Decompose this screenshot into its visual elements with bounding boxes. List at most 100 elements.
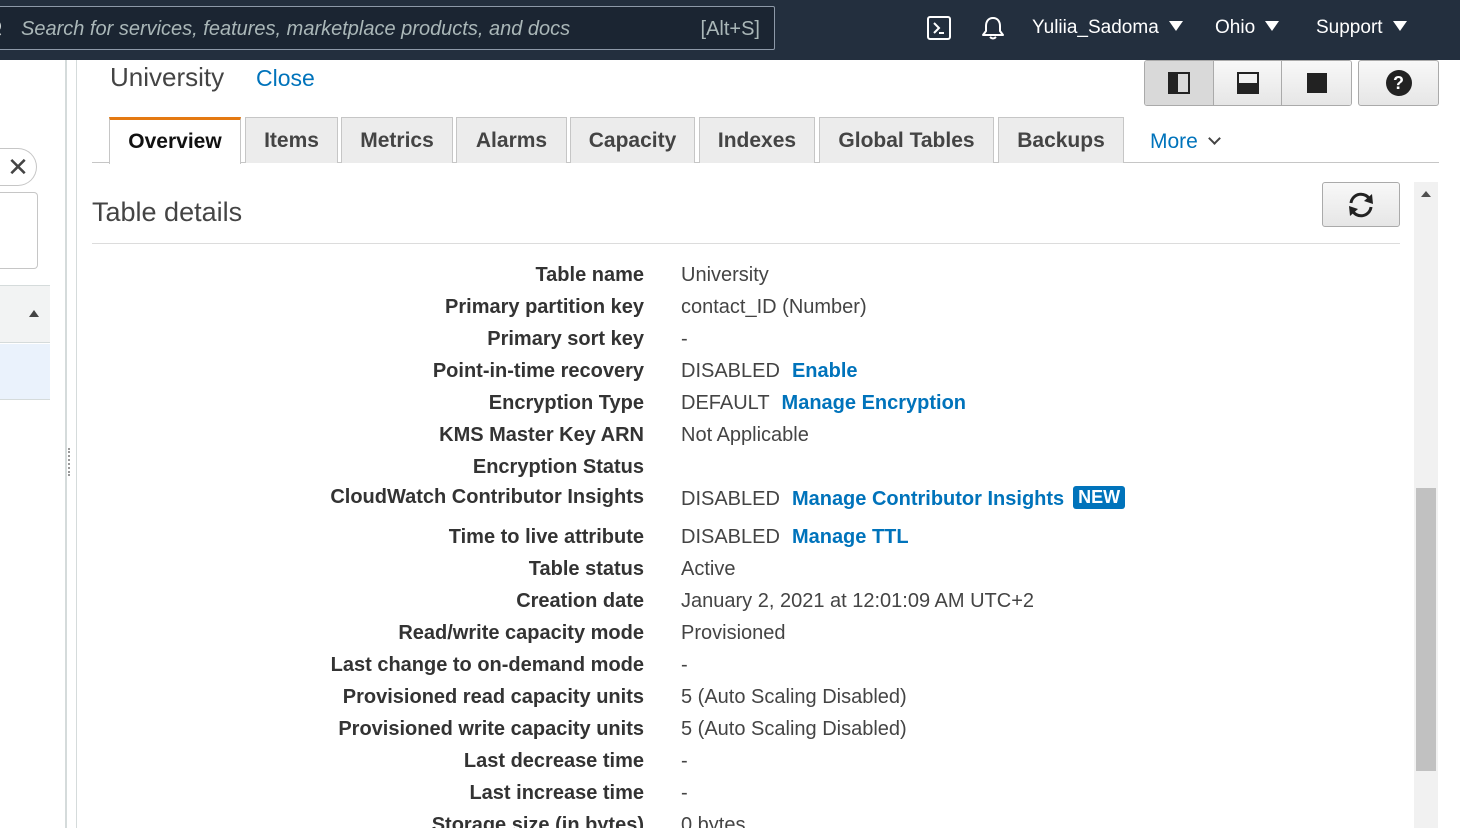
caret-down-icon	[1265, 21, 1280, 31]
tab-more-dropdown[interactable]: More	[1150, 130, 1221, 154]
split-vertical-view-button[interactable]	[1145, 61, 1214, 105]
help-button[interactable]: ?	[1358, 60, 1439, 106]
search-icon	[0, 19, 5, 37]
detail-value: DISABLED Enable	[681, 360, 858, 383]
detail-row-write-capacity: Provisioned write capacity units 5 (Auto…	[0, 714, 1400, 746]
tab-capacity[interactable]: Capacity	[570, 117, 695, 163]
detail-label: Read/write capacity mode	[398, 622, 644, 644]
left-panel-button[interactable]	[0, 192, 38, 269]
detail-value-text: University	[681, 264, 769, 286]
detail-row-last-increase: Last increase time -	[0, 778, 1400, 810]
tab-bar: Overview Items Metrics Alarms Capacity I…	[92, 117, 1439, 164]
close-icon: ✕	[7, 151, 29, 182]
detail-label: Provisioned write capacity units	[338, 718, 644, 740]
section-title: Table details	[92, 197, 243, 227]
detail-value-text: 5 (Auto Scaling Disabled)	[681, 686, 907, 708]
detail-label: Last decrease time	[463, 750, 644, 772]
detail-label: Table name	[535, 264, 644, 286]
region-menu[interactable]: Ohio	[1215, 17, 1280, 39]
view-toggle-group	[1144, 60, 1352, 106]
bell-icon[interactable]	[980, 15, 1006, 41]
detail-label: Point-in-time recovery	[432, 360, 644, 382]
detail-value: -	[681, 328, 688, 351]
tab-backups[interactable]: Backups	[998, 117, 1124, 163]
detail-row-read-capacity: Provisioned read capacity units 5 (Auto …	[0, 682, 1400, 714]
detail-label: Creation date	[516, 590, 644, 612]
detail-value-text: 5 (Auto Scaling Disabled)	[681, 718, 907, 740]
detail-row-pitr: Point-in-time recovery DISABLED Enable	[0, 356, 1400, 388]
detail-label: Last increase time	[469, 782, 644, 804]
tab-overview[interactable]: Overview	[109, 117, 241, 164]
refresh-button[interactable]	[1322, 182, 1400, 227]
detail-row-capacity-mode: Read/write capacity mode Provisioned	[0, 618, 1400, 650]
detail-label: Primary partition key	[445, 296, 644, 318]
tab-items[interactable]: Items	[245, 117, 338, 163]
detail-value-text: Active	[681, 558, 736, 580]
account-name: Yuliia_Sadoma	[1032, 17, 1159, 38]
detail-value-text: -	[681, 782, 688, 804]
detail-row-encryption-status: Encryption Status	[0, 452, 1400, 484]
detail-value: -	[681, 782, 688, 805]
scroll-up-icon[interactable]	[1421, 191, 1431, 197]
detail-row-encryption-type: Encryption Type DEFAULT Manage Encryption	[0, 388, 1400, 420]
detail-value-text: DISABLED	[681, 488, 780, 510]
manage-contributor-insights-link[interactable]: Manage Contributor Insights	[792, 488, 1064, 510]
detail-value: 5 (Auto Scaling Disabled)	[681, 686, 907, 709]
detail-row-table-name: Table name University	[0, 260, 1400, 292]
chevron-down-icon	[1207, 132, 1221, 145]
detail-label: KMS Master Key ARN	[439, 424, 644, 446]
account-menu[interactable]: Yuliia_Sadoma	[1032, 17, 1183, 39]
tab-global-tables[interactable]: Global Tables	[819, 117, 994, 163]
detail-value-text: -	[681, 750, 688, 772]
manage-ttl-link[interactable]: Manage TTL	[792, 526, 909, 548]
tab-indexes[interactable]: Indexes	[699, 117, 815, 163]
tab-metrics[interactable]: Metrics	[341, 117, 453, 163]
cloudshell-icon[interactable]	[927, 16, 951, 40]
caret-down-icon	[1168, 21, 1183, 31]
detail-label: Last change to on-demand mode	[330, 654, 644, 676]
detail-value-text: DEFAULT	[681, 392, 770, 414]
detail-value-text: -	[681, 654, 688, 676]
split-horizontal-view-button[interactable]	[1213, 61, 1283, 105]
tab-more-label: More	[1150, 130, 1198, 153]
search-placeholder: Search for services, features, marketpla…	[21, 18, 571, 40]
detail-row-ttl: Time to live attribute DISABLED Manage TT…	[0, 522, 1400, 554]
new-badge: NEW	[1073, 486, 1126, 509]
support-menu[interactable]: Support	[1316, 17, 1407, 39]
detail-label: Table status	[528, 558, 644, 580]
full-view-button[interactable]	[1282, 61, 1351, 105]
detail-value: -	[681, 654, 688, 677]
detail-value: contact_ID (Number)	[681, 296, 867, 319]
detail-row-sort-key: Primary sort key -	[0, 324, 1400, 356]
detail-value-text: DISABLED	[681, 526, 780, 548]
page-title: University	[110, 62, 225, 92]
close-link[interactable]: Close	[256, 65, 315, 92]
tab-alarms[interactable]: Alarms	[456, 117, 567, 163]
detail-row-contributor-insights: CloudWatch Contributor Insights DISABLED…	[0, 486, 1400, 520]
detail-value-text: January 2, 2021 at 12:01:09 AM UTC+2	[681, 590, 1034, 612]
close-panel-button[interactable]: ✕	[0, 148, 37, 186]
scrollbar[interactable]	[1414, 182, 1438, 828]
section-divider	[92, 243, 1400, 244]
detail-value: DISABLED Manage Contributor Insights NEW	[681, 486, 1126, 511]
search-shortcut-hint: [Alt+S]	[700, 18, 760, 40]
detail-row-last-on-demand-change: Last change to on-demand mode -	[0, 650, 1400, 682]
split-vertical-icon	[1167, 72, 1190, 94]
scrollbar-thumb[interactable]	[1416, 488, 1436, 771]
detail-value: Not Applicable	[681, 424, 809, 447]
detail-label: Encryption Type	[488, 392, 644, 414]
detail-row-partition-key: Primary partition key contact_ID (Number…	[0, 292, 1400, 324]
search-input[interactable]: Search for services, features, marketpla…	[0, 6, 775, 50]
detail-value: DEFAULT Manage Encryption	[681, 392, 966, 415]
caret-down-icon	[1392, 21, 1407, 31]
top-navigation-bar: Search for services, features, marketpla…	[0, 0, 1460, 60]
detail-value: -	[681, 750, 688, 773]
detail-row-table-status: Table status Active	[0, 554, 1400, 586]
detail-label: Provisioned read capacity units	[342, 686, 644, 708]
split-horizontal-icon	[1236, 72, 1259, 94]
detail-row-creation-date: Creation date January 2, 2021 at 12:01:0…	[0, 586, 1400, 618]
manage-encryption-link[interactable]: Manage Encryption	[782, 392, 966, 414]
enable-pitr-link[interactable]: Enable	[792, 360, 858, 382]
detail-label: Primary sort key	[487, 328, 644, 350]
detail-label: Encryption Status	[472, 456, 644, 478]
